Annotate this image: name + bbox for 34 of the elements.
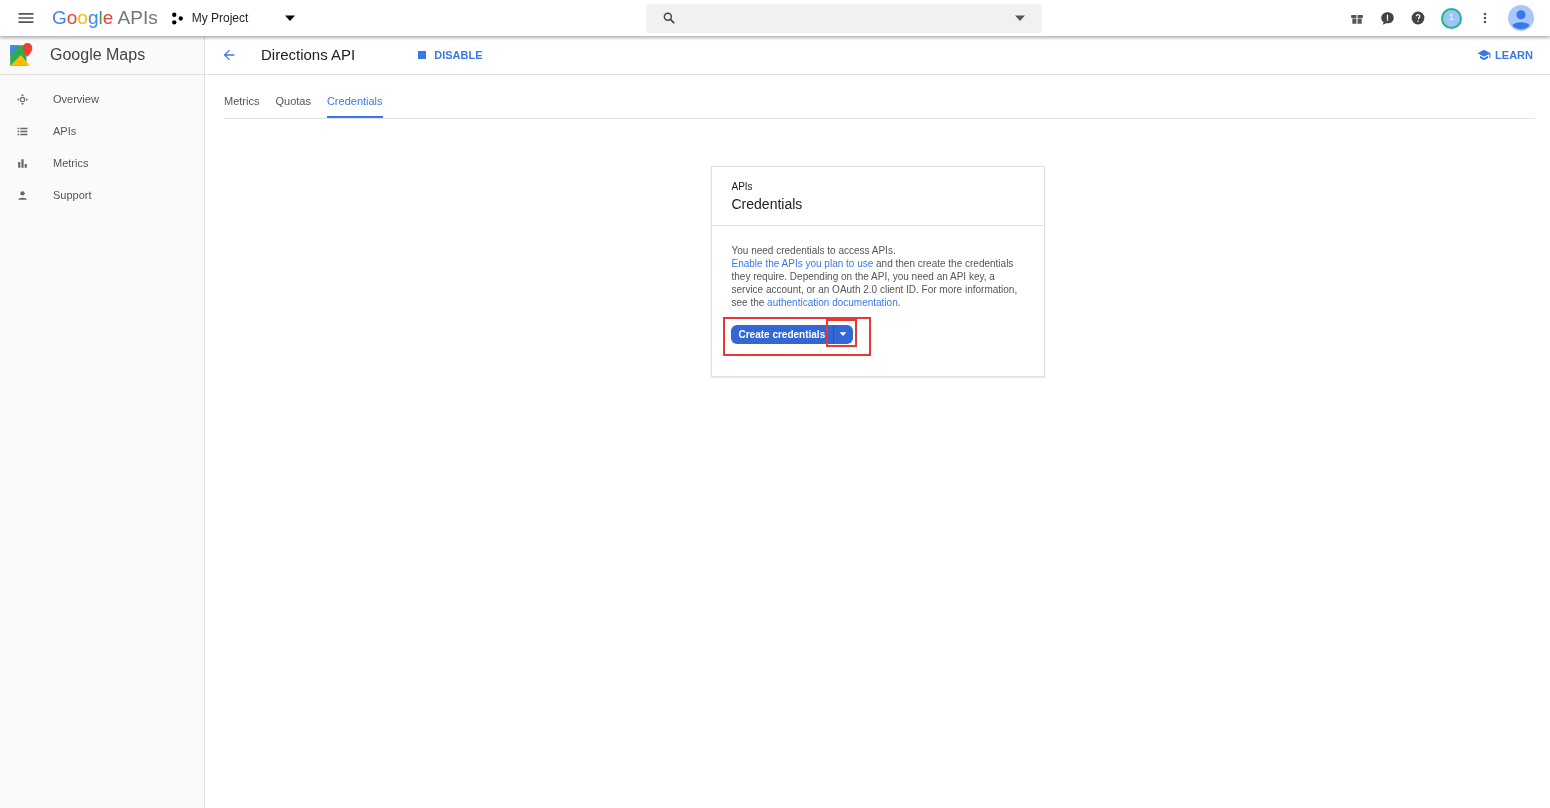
person-icon <box>16 188 29 202</box>
disable-button[interactable]: DISABLE <box>409 41 492 69</box>
search-field[interactable] <box>646 3 1043 33</box>
learn-button[interactable]: LEARN <box>1476 45 1534 65</box>
tab[interactable]: Credentials <box>326 93 383 118</box>
dropdown-toggle-button[interactable] <box>833 324 854 344</box>
create-credentials-button[interactable]: Create credentials <box>730 324 834 344</box>
sidebar-item[interactable]: Metrics <box>0 147 204 179</box>
link[interactable]: Enable the APIs you plan to use <box>731 257 874 269</box>
feedback-icon[interactable] <box>1380 10 1395 26</box>
project-icon <box>170 11 184 25</box>
back-arrow-icon[interactable] <box>221 47 237 63</box>
page-title: Directions API <box>261 44 356 65</box>
card-overline: APIs <box>731 179 754 194</box>
link[interactable]: authentication documentation <box>767 296 898 308</box>
sidebar-title: Google Maps <box>50 45 146 65</box>
map-pin-icon <box>8 42 34 68</box>
stop-icon <box>418 51 427 59</box>
school-icon <box>1477 48 1492 62</box>
tab[interactable]: Quotas <box>275 93 311 118</box>
card-title: Credentials <box>731 194 804 214</box>
search-icon <box>662 11 677 25</box>
caret-icon <box>838 329 849 339</box>
sidebar-item[interactable]: APIs <box>0 115 204 147</box>
project-selector[interactable]: My Project <box>165 4 302 32</box>
sidebar-item[interactable]: Overview <box>0 83 204 115</box>
bar-chart-icon <box>16 156 29 170</box>
avatar-icon[interactable] <box>1508 5 1534 31</box>
sidebar-item[interactable]: Support <box>0 179 204 211</box>
description-text: You need credentials to access APIs. Enable the APIs you plan to use and then create the credentials they require. Depending on the API, you need an API key, a service account, or an OAuth 2.0 client ID. For more information, see the authentication documentation. <box>731 243 1019 309</box>
move-icon <box>16 92 29 106</box>
logo: Google APIs <box>52 5 158 30</box>
tab[interactable]: Metrics <box>224 93 260 118</box>
help-icon[interactable] <box>1411 11 1425 25</box>
